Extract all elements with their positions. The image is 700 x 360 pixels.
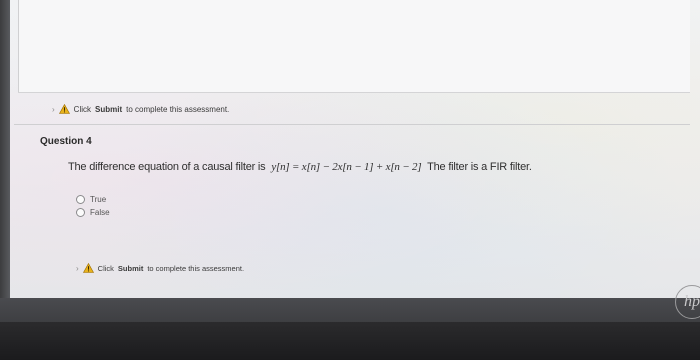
warning-icon: [58, 104, 70, 114]
radio-false[interactable]: [76, 208, 85, 217]
submit-link[interactable]: Submit: [118, 264, 143, 273]
panel-border: [18, 0, 29, 92]
notice-suffix: to complete this assessment.: [126, 104, 230, 114]
question-text: The difference equation of a causal filt…: [68, 161, 532, 173]
option-false-label: False: [90, 208, 110, 217]
notice-suffix: to complete this assessment.: [147, 263, 245, 273]
submit-link[interactable]: Submit: [95, 105, 122, 114]
notice-prefix: Click: [73, 104, 92, 114]
arrow-icon: ›: [52, 104, 55, 114]
submit-notice-bottom: › Click Submit to complete this assessme…: [76, 263, 244, 273]
option-true-label: True: [90, 195, 107, 204]
option-true[interactable]: True: [76, 193, 110, 206]
monitor-stand-shadow: [0, 322, 700, 360]
previous-question-panel: [18, 0, 690, 93]
answer-options: True False: [76, 193, 110, 219]
arrow-icon: ›: [76, 263, 79, 273]
submit-notice-top: › Click Submit to complete this assessme…: [52, 104, 229, 114]
option-false[interactable]: False: [76, 206, 110, 219]
question-text-after: The filter is a FIR filter.: [427, 161, 532, 173]
question-text-before: The difference equation of a causal filt…: [68, 161, 266, 173]
warning-icon: [82, 263, 94, 273]
radio-true[interactable]: [76, 195, 85, 204]
difference-equation: y[n] = x[n] − 2x[n − 1] + x[n − 2]: [271, 161, 422, 173]
question-title: Question 4: [40, 136, 92, 147]
notice-prefix: Click: [97, 263, 114, 273]
